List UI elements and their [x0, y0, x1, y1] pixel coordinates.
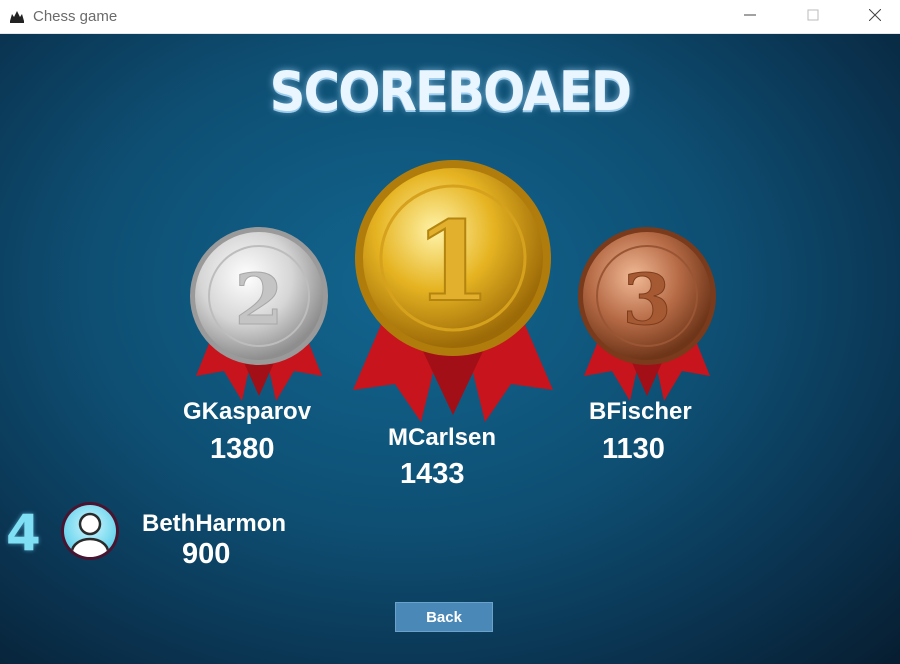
player-name-rank-2: GKasparov	[183, 398, 312, 425]
bronze-medal-icon: 3	[572, 226, 722, 406]
window-title: Chess game	[33, 8, 118, 25]
player-score-rank-4: 900	[182, 538, 231, 570]
rank-number: 4	[6, 504, 41, 562]
svg-text:2: 2	[235, 258, 284, 341]
player-name-rank-4: BethHarmon	[142, 510, 287, 537]
player-name-rank-1: MCarlsen	[388, 424, 497, 451]
svg-text:1: 1	[415, 197, 492, 326]
player-score-rank-2: 1380	[210, 433, 275, 465]
window-titlebar: Chess game	[0, 0, 900, 34]
chess-piece-icon	[8, 8, 26, 24]
gold-medal-icon: 1	[343, 160, 563, 430]
scoreboard-heading: SCOREBOAED	[269, 60, 632, 123]
close-icon	[868, 8, 882, 26]
player-score-rank-3: 1130	[602, 433, 665, 465]
user-avatar-icon	[57, 502, 123, 560]
maximize-icon	[807, 8, 819, 26]
close-button[interactable]	[852, 0, 898, 34]
player-name-rank-3: BFischer	[589, 398, 692, 425]
svg-text:3: 3	[623, 258, 672, 341]
silver-medal-icon: 2	[184, 226, 334, 406]
minimize-icon	[744, 8, 756, 26]
scoreboard-panel: SCOREBOAED 2 1 3 GKasparov 1380 MCarlsen…	[0, 34, 900, 664]
player-score-rank-1: 1433	[400, 458, 465, 490]
back-button[interactable]: Back	[395, 602, 493, 632]
minimize-button[interactable]	[727, 0, 773, 34]
maximize-button[interactable]	[790, 0, 836, 34]
